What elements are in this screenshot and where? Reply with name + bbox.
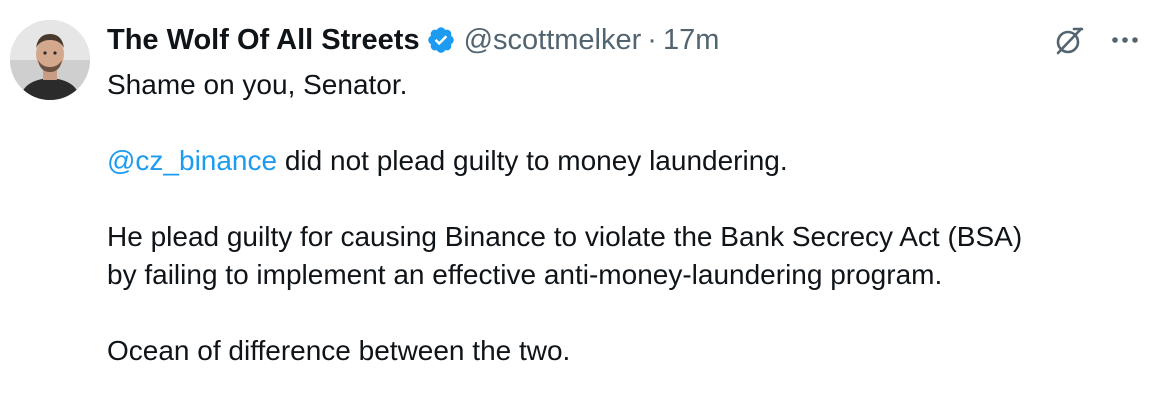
tweet-text-line: He plead guilty for causing Binance to v… xyxy=(107,221,1023,252)
tweet: The Wolf Of All Streets @scottmelker · 1… xyxy=(0,0,1152,404)
tweet-paragraph: Shame on you, Senator. xyxy=(107,69,408,100)
tweet-text-line: by failing to implement an effective ant… xyxy=(107,259,943,290)
timestamp[interactable]: 17m xyxy=(663,24,719,57)
avatar[interactable] xyxy=(10,20,90,100)
tweet-paragraph: @cz_binance did not plead guilty to mone… xyxy=(107,142,1137,180)
tweet-text: did not plead guilty to money laundering… xyxy=(277,145,788,176)
tweet-header: The Wolf Of All Streets @scottmelker · 1… xyxy=(107,22,719,58)
tweet-paragraph: Ocean of difference between the two. xyxy=(107,335,571,366)
grok-icon[interactable] xyxy=(1052,24,1086,58)
display-name[interactable]: The Wolf Of All Streets xyxy=(107,24,420,57)
verified-badge-icon xyxy=(427,27,454,53)
separator-dot: · xyxy=(647,23,657,56)
mention-link[interactable]: @cz_binance xyxy=(107,145,277,176)
avatar-image xyxy=(10,20,90,100)
tweet-body: Shame on you, Senator. @cz_binance did n… xyxy=(107,66,1137,370)
more-dots-icon[interactable] xyxy=(1108,28,1142,52)
handle[interactable]: @scottmelker xyxy=(464,24,642,57)
tweet-paragraph: He plead guilty for causing Binance to v… xyxy=(107,218,1137,294)
